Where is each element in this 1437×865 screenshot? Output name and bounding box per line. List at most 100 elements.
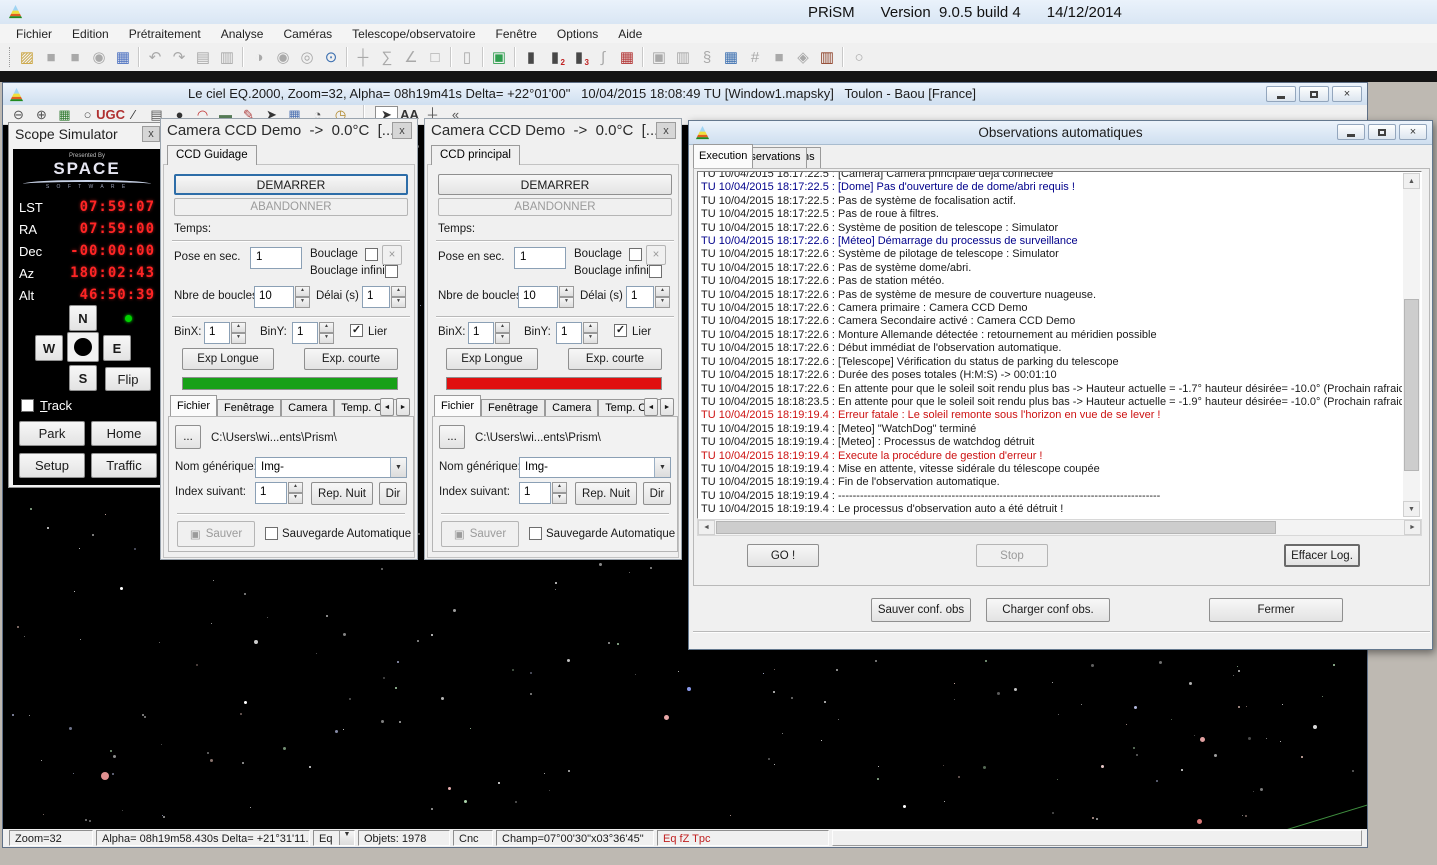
film-icon[interactable]: ▥ [815, 46, 839, 68]
scroll-right-icon[interactable]: ► [1404, 520, 1421, 535]
toolbar-icon[interactable] [343, 46, 351, 68]
globe-icon[interactable]: ○ [847, 46, 871, 68]
down-icon[interactable]: ▼ [391, 297, 406, 308]
tab-scroll-left-icon[interactable]: ◄ [644, 398, 658, 416]
file-tab[interactable]: Fenêtrage [481, 399, 545, 417]
short-exposure-button[interactable]: Exp. courte [568, 348, 662, 370]
up-icon[interactable]: ▲ [495, 322, 510, 333]
long-exposure-button[interactable]: Exp Longue [182, 348, 274, 370]
binx-stepper[interactable]: 1 ▲▼ [204, 322, 246, 344]
file-tab[interactable]: Fichier [434, 395, 481, 417]
next-index-stepper[interactable]: 1 ▲▼ [255, 482, 303, 504]
down-icon[interactable]: ▼ [319, 333, 334, 344]
toolbar-icon[interactable] [239, 46, 247, 68]
marker-icon[interactable]: ◉ [271, 46, 295, 68]
horizontal-scrollbar[interactable]: ◄ ► [697, 519, 1422, 536]
loop-infinite-checkbox[interactable] [649, 265, 662, 278]
browse-button[interactable]: ... [439, 425, 465, 449]
load-config-button[interactable]: Charger conf obs. [986, 598, 1110, 622]
loop-cancel-button[interactable]: × [646, 245, 666, 265]
sum-icon[interactable]: ∑ [375, 46, 399, 68]
save-config-icon[interactable]: ▣ [647, 46, 671, 68]
toolbar-icon[interactable] [447, 46, 455, 68]
menu-item[interactable]: Aide [608, 25, 652, 43]
tab-scroll-right-icon[interactable]: ► [396, 398, 410, 416]
guide-icon[interactable]: ∫ [591, 46, 615, 68]
up-icon[interactable]: ▲ [552, 482, 567, 493]
dir-button[interactable]: Dir [379, 482, 407, 505]
document-2-icon[interactable]: ▮ 2 [543, 46, 567, 68]
toolbar-icon[interactable] [639, 46, 647, 68]
exposure-input[interactable]: 1 [514, 247, 566, 269]
marker2-icon[interactable]: ◎ [295, 46, 319, 68]
file-tab[interactable]: Camera [545, 399, 598, 417]
save-button[interactable]: ▣Sauver [441, 521, 519, 547]
next-index-stepper[interactable]: 1 ▲▼ [519, 482, 567, 504]
info-icon[interactable]: ◉ [87, 46, 111, 68]
minimize-button[interactable] [1266, 86, 1296, 102]
menu-item[interactable]: Fichier [6, 25, 62, 43]
tab-ccd-guidage[interactable]: CCD Guidage [167, 145, 257, 165]
toolbar-icon[interactable] [511, 46, 519, 68]
menu-item[interactable]: Prétraitement [119, 25, 211, 43]
file-tab[interactable]: Fichier [170, 395, 217, 417]
menu-item[interactable]: Caméras [273, 25, 342, 43]
vertical-scrollbar[interactable]: ▲ ▼ [1403, 173, 1420, 517]
plot-icon[interactable]: ∠ [399, 46, 423, 68]
abort-button[interactable]: ABANDONNER [174, 198, 408, 216]
close-icon[interactable]: x [656, 122, 676, 139]
delay-stepper[interactable]: 1 ▲▼ [362, 286, 406, 308]
toolbar-grip[interactable] [9, 47, 10, 67]
save-button[interactable]: ▣Sauver [177, 521, 255, 547]
stop-slew-button[interactable] [67, 332, 99, 362]
exposure-input[interactable]: 1 [250, 247, 302, 269]
scroll-up-icon[interactable]: ▲ [1403, 173, 1420, 189]
autosave-checkbox[interactable] [529, 527, 542, 540]
tab-ccd-principal[interactable]: CCD principal [431, 145, 520, 165]
slew-south-button[interactable]: S [69, 365, 97, 391]
night-folder-button[interactable]: Rep. Nuit [575, 482, 637, 505]
loops-stepper[interactable]: 10 ▲▼ [518, 286, 574, 308]
probe-icon[interactable]: § [695, 46, 719, 68]
toolbar-icon[interactable] [479, 46, 487, 68]
binx-stepper[interactable]: 1 ▲▼ [468, 322, 510, 344]
save-as-icon[interactable]: ■ [63, 46, 87, 68]
grid-add-icon[interactable]: ▦ [719, 46, 743, 68]
tab-scroll-left-icon[interactable]: ◄ [380, 398, 394, 416]
link-checkbox[interactable]: ✓ [614, 324, 627, 337]
short-exposure-button[interactable]: Exp. courte [304, 348, 398, 370]
long-exposure-button[interactable]: Exp Longue [446, 348, 538, 370]
scroll-down-icon[interactable]: ▼ [1403, 501, 1420, 517]
menu-item[interactable]: Fenêtre [486, 25, 547, 43]
up-icon[interactable]: ▲ [391, 286, 406, 297]
browse-button[interactable]: ... [175, 425, 201, 449]
chevron-down-icon[interactable]: ▼ [390, 458, 406, 477]
obs-tab[interactable]: Execution [693, 144, 753, 168]
copy-icon[interactable]: ▤ [191, 46, 215, 68]
toolbar-icon[interactable] [839, 46, 847, 68]
contrast-icon[interactable]: ◑ [247, 46, 271, 68]
mapsky-icon[interactable]: ▦ [615, 46, 639, 68]
comet-icon[interactable]: ∕ [122, 106, 145, 124]
duplicate-icon[interactable]: ▥ [215, 46, 239, 68]
observation-log[interactable]: TU 10/04/2015 18:17:22.5 : [Camera] Came… [697, 171, 1422, 519]
save-config-button[interactable]: Sauver conf. obs [871, 598, 971, 622]
start-button[interactable]: DEMARRER [438, 174, 672, 195]
crosshair-icon[interactable]: ┼ [351, 46, 375, 68]
columns-icon[interactable]: ▥ [671, 46, 695, 68]
save-icon[interactable]: ■ [39, 46, 63, 68]
loop-infinite-checkbox[interactable] [385, 265, 398, 278]
flip-button[interactable]: Flip [105, 367, 151, 391]
grid-icon[interactable]: # [743, 46, 767, 68]
toolbar-icon[interactable] [135, 46, 143, 68]
frame-select[interactable]: Eq ▼ [313, 830, 355, 846]
biny-stepper[interactable]: 1 ▲▼ [556, 322, 598, 344]
slew-east-button[interactable]: E [103, 335, 131, 361]
zoom-in-icon[interactable]: ⊕ [30, 106, 53, 124]
slew-west-button[interactable]: W [35, 335, 63, 361]
tab-scroll-right-icon[interactable]: ► [660, 398, 674, 416]
open-image-icon[interactable]: ▨ [15, 46, 39, 68]
loop-cancel-button[interactable]: × [382, 245, 402, 265]
up-icon[interactable]: ▲ [231, 322, 246, 333]
down-icon[interactable]: ▼ [552, 493, 567, 504]
